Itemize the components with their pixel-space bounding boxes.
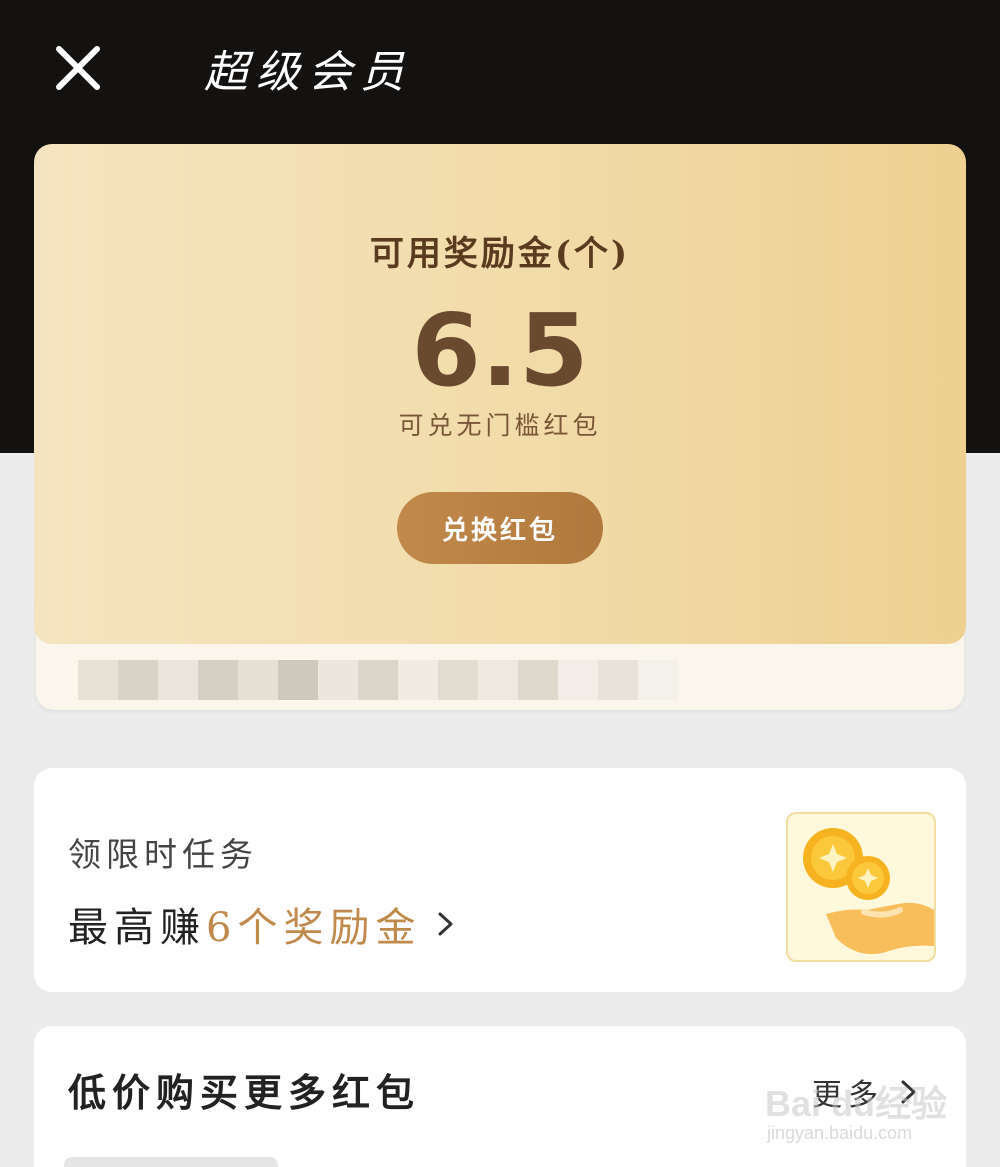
close-icon[interactable] xyxy=(55,45,101,91)
task-title: 领限时任务 xyxy=(68,835,258,874)
limited-task-card[interactable]: 领限时任务 最高赚 6个奖励金 xyxy=(34,768,966,992)
reward-card: 可用奖励金(个) 6.5 可兑无门槛红包 兑换红包 xyxy=(34,144,966,644)
watermark-sub: jingyan.baidu.com xyxy=(767,1123,913,1143)
coins-hand-icon[interactable] xyxy=(786,812,936,962)
chevron-right-icon xyxy=(438,912,453,936)
task-desc-prefix: 最高赚 xyxy=(68,905,206,951)
baidu-jingyan-watermark: Bai du经验 jingyan.baidu.com xyxy=(765,1075,955,1155)
task-desc-highlight: 6个奖励金 xyxy=(206,905,422,951)
exchange-red-packet-button[interactable]: 兑换红包 xyxy=(397,492,603,564)
page-title: 超级会员 xyxy=(204,47,412,98)
blurred-info-text xyxy=(78,660,678,700)
task-description[interactable]: 最高赚 6个奖励金 xyxy=(68,895,457,953)
red-packet-item-placeholder xyxy=(64,1157,278,1167)
reward-value: 6.5 xyxy=(411,292,589,409)
reward-note: 可兑无门槛红包 xyxy=(398,411,602,440)
buy-section-title: 低价购买更多红包 xyxy=(68,1070,421,1115)
watermark-main: Bai du经验 xyxy=(765,1083,948,1124)
reward-title: 可用奖励金(个) xyxy=(369,234,631,274)
